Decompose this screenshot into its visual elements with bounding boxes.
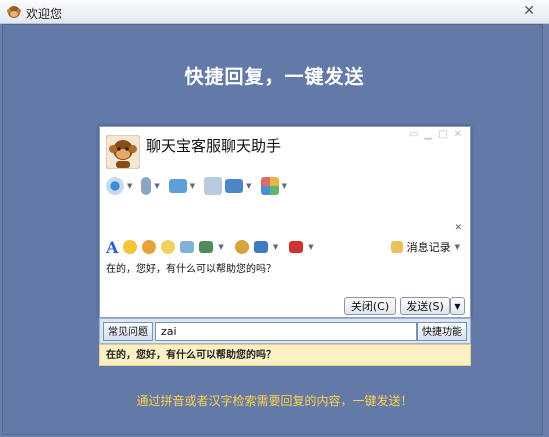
emoji-icon[interactable] (123, 240, 138, 254)
image-icon[interactable] (180, 241, 195, 253)
apps-dropdown-icon[interactable]: ▼ (282, 182, 287, 190)
screenshot-icon[interactable] (199, 241, 214, 253)
send-options-dropdown[interactable]: ▼ (450, 297, 465, 315)
quick-function-button[interactable]: 快捷功能 (417, 322, 467, 341)
headline: 快捷回复，一键发送 (184, 66, 365, 88)
history-dropdown-icon: ▼ (454, 243, 460, 251)
send-button[interactable]: 发送(S) (400, 297, 450, 315)
screen-share-dropdown-icon[interactable]: ▼ (246, 182, 251, 190)
history-icon (390, 241, 403, 253)
gift-dropdown-icon[interactable]: ▼ (308, 243, 313, 251)
folder-icon[interactable] (168, 179, 187, 193)
message-history-button[interactable]: 消息记录 ▼ (390, 239, 460, 255)
chat-close-icon[interactable]: ✕ (454, 129, 462, 140)
screenshot-dropdown-icon[interactable]: ▼ (218, 243, 223, 251)
contact-name: 聊天宝客服聊天助手 (146, 137, 282, 155)
bottom-hint: 通过拼音或者汉字检索需要回复的内容，一键发送！ (136, 394, 413, 408)
quick-reply-bar: 常见问题 zai 快捷功能 (99, 318, 471, 344)
font-icon[interactable]: A (106, 238, 118, 257)
collapse-icon[interactable]: ✕ (454, 223, 462, 233)
window-close-button[interactable]: ✕ (523, 3, 535, 19)
chat-window: 聊天宝客服聊天助手 ▭ ▁ □ ✕ ▼ ▼ ▼ ▼ ▼ ✕ A ▼ ▼ ▼ 消息… (99, 126, 471, 318)
window-titlebar: 欢迎您 ✕ (0, 0, 549, 24)
chat-minimize-icon[interactable]: ▁ (424, 129, 432, 140)
close-chat-button[interactable]: 关闭(C) (344, 297, 396, 315)
chat-window-controls: ▭ ▁ □ ✕ (409, 129, 462, 140)
gift-icon[interactable] (289, 241, 304, 253)
folder-dropdown-icon[interactable]: ▼ (190, 182, 195, 190)
add-app-icon[interactable] (204, 177, 223, 195)
shake-icon[interactable] (161, 240, 176, 254)
video-file-dropdown-icon[interactable]: ▼ (273, 243, 278, 251)
microphone-dropdown-icon[interactable]: ▼ (154, 182, 159, 190)
monkey-avatar-icon (106, 135, 140, 169)
window-title: 欢迎您 (26, 7, 63, 21)
apps-grid-icon[interactable] (260, 177, 279, 195)
quick-search-input[interactable]: zai (155, 322, 417, 341)
faq-button[interactable]: 常见问题 (103, 322, 153, 341)
chat-toolbar-top: ▼ ▼ ▼ ▼ ▼ (106, 175, 293, 197)
screen-share-icon[interactable] (225, 179, 244, 193)
video-dropdown-icon[interactable]: ▼ (127, 182, 132, 190)
history-label: 消息记录 (406, 241, 451, 254)
chat-skin-icon[interactable]: ▭ (409, 129, 418, 140)
monkey-app-icon (7, 6, 21, 18)
magic-emoji-icon[interactable] (142, 240, 157, 254)
chat-toolbar-bottom: A ▼ ▼ ▼ (106, 237, 320, 257)
message-input-text[interactable]: 在的，您好，有什么可以帮助您的吗？ (106, 260, 276, 275)
video-file-icon[interactable] (253, 241, 268, 253)
video-camera-icon[interactable] (106, 177, 124, 195)
chat-maximize-icon[interactable]: □ (438, 129, 447, 140)
suggestion-item[interactable]: 在的，您好，有什么可以帮助您的吗？ (99, 344, 471, 366)
music-icon[interactable] (234, 240, 249, 254)
microphone-icon[interactable] (141, 177, 152, 195)
